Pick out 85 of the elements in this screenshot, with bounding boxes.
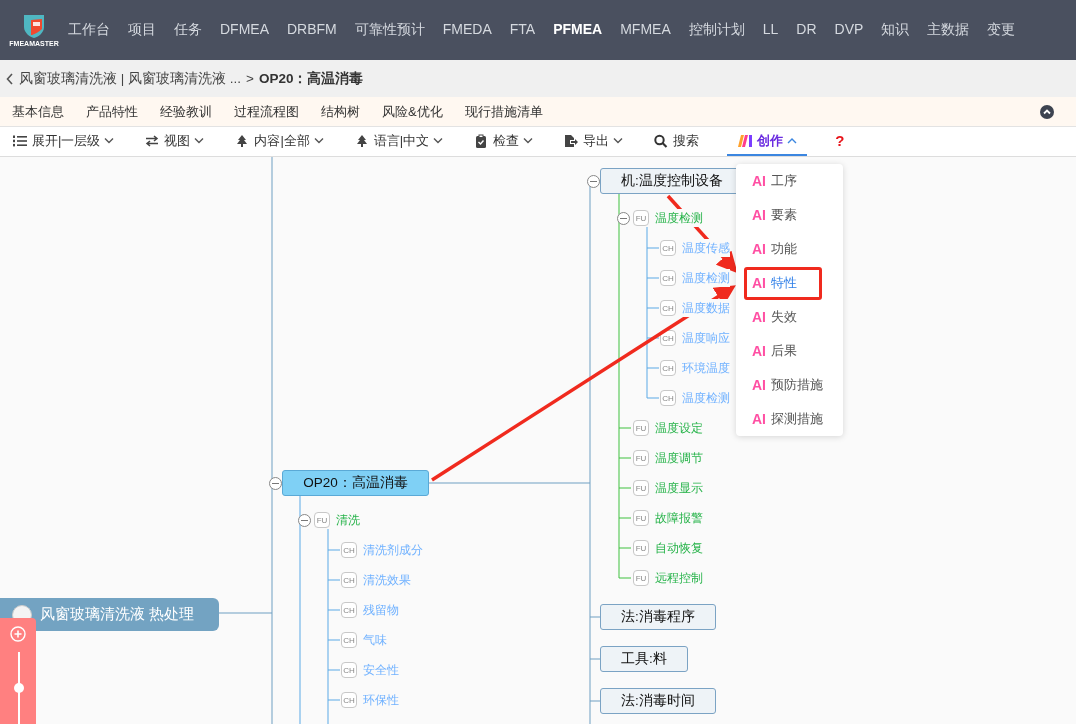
element-node[interactable]: 工具:料	[600, 646, 688, 672]
list-icon	[12, 133, 28, 148]
caret-icon	[313, 137, 324, 144]
caret-icon	[523, 137, 534, 144]
collapse-icon[interactable]	[617, 212, 630, 225]
toolbar-button[interactable]: 语言|中文	[351, 127, 446, 156]
nav-tab[interactable]: 任务	[174, 21, 202, 39]
zoom-slider[interactable]	[14, 652, 24, 724]
logo-icon	[22, 12, 46, 39]
caret-icon	[194, 137, 205, 144]
back-icon[interactable]	[6, 72, 14, 85]
toolbar-button[interactable]: 搜索	[651, 127, 702, 156]
type-tag: CH	[341, 572, 357, 588]
type-tag: FU	[633, 570, 649, 586]
page-tab[interactable]: 产品特性	[86, 102, 138, 121]
collapse-icon[interactable]	[269, 477, 282, 490]
nav-tab[interactable]: 工作台	[68, 21, 110, 39]
caret-icon	[787, 137, 798, 144]
nav-tab[interactable]: FMEDA	[442, 21, 492, 39]
collapse-icon[interactable]	[298, 514, 311, 527]
type-tag: CH	[341, 662, 357, 678]
type-tag: CH	[341, 692, 357, 708]
process-node[interactable]: OP20：高温消毒	[282, 470, 429, 496]
caret-icon	[104, 137, 115, 144]
toolbar-button[interactable]: 导出	[561, 127, 626, 156]
nav-tab[interactable]: 控制计划	[688, 21, 745, 39]
caret-icon	[613, 137, 624, 144]
type-tag: FU	[633, 540, 649, 556]
menu-item[interactable]: AI 预防措施	[736, 368, 843, 402]
nav-tab[interactable]: DFMEA	[220, 21, 269, 39]
type-tag: FU	[633, 480, 649, 496]
export-icon	[563, 133, 580, 148]
nav-tab[interactable]: MFMEA	[620, 21, 671, 39]
zoom-in-icon[interactable]	[10, 626, 26, 642]
type-tag: CH	[660, 390, 676, 406]
menu-item[interactable]: AI 后果	[736, 334, 843, 368]
nav-tab[interactable]: FTA	[509, 21, 536, 39]
element-node[interactable]: 法:消毒程序	[600, 604, 716, 630]
page-tab[interactable]: 风险&优化	[382, 102, 443, 121]
type-tag: CH	[341, 632, 357, 648]
nav-tab[interactable]: DVP	[834, 21, 864, 39]
toolbar-button[interactable]: 展开|一层级	[10, 127, 117, 156]
nav-tab[interactable]: 可靠性预计	[354, 21, 425, 39]
breadcrumb-link[interactable]: 风窗玻璃清洗液 | 风窗玻璃清洗液 ...	[19, 69, 241, 88]
type-tag: FU	[314, 512, 330, 528]
type-tag: FU	[633, 420, 649, 436]
type-tag: CH	[660, 300, 676, 316]
breadcrumb-separator: >	[246, 71, 254, 86]
collapse-icon[interactable]	[587, 175, 600, 188]
caret-icon	[433, 137, 444, 144]
nav-tab[interactable]: DR	[796, 21, 817, 39]
page-tab[interactable]: 现行措施清单	[464, 102, 543, 121]
element-node[interactable]: 法:消毒时间	[600, 688, 716, 714]
nav-tab[interactable]: PFMEA	[553, 21, 603, 39]
type-tag: CH	[660, 240, 676, 256]
page-tab[interactable]: 基本信息	[12, 102, 64, 121]
swap-icon	[144, 133, 161, 148]
menu-item[interactable]: AI 探测措施	[736, 402, 843, 436]
search-icon	[653, 133, 670, 148]
breadcrumb-current: OP20：高温消毒	[258, 69, 364, 88]
type-tag: CH	[341, 542, 357, 558]
menu-item[interactable]: AI 要素	[736, 198, 843, 232]
type-tag: CH	[660, 270, 676, 286]
type-tag: FU	[633, 510, 649, 526]
collapse-icon[interactable]	[1040, 104, 1054, 119]
type-tag: FU	[633, 210, 649, 226]
page-tab[interactable]: 经验教训	[160, 102, 212, 121]
type-tag: FU	[633, 450, 649, 466]
type-tag: CH	[341, 602, 357, 618]
nav-tab[interactable]: LL	[762, 21, 779, 39]
toolbar-button[interactable]: 检查	[471, 127, 536, 156]
nav-tab[interactable]: 项目	[128, 21, 156, 39]
type-tag: CH	[660, 360, 676, 376]
toolbar-button[interactable]: 内容|全部	[232, 127, 326, 156]
page-tab[interactable]: 结构树	[321, 102, 360, 121]
ai-logo-icon	[737, 133, 754, 148]
menu-item[interactable]: AI 失效	[736, 300, 843, 334]
toolbar-button[interactable]: 视图	[142, 127, 207, 156]
nav-tab[interactable]: 主数据	[927, 21, 970, 39]
toolbar-button[interactable]: ?	[833, 127, 847, 156]
page-tab[interactable]: 过程流程图	[234, 102, 299, 121]
nav-tab[interactable]: 变更	[987, 21, 1016, 39]
nav-tab[interactable]: DRBFM	[287, 21, 337, 39]
menu-item[interactable]: AI 功能	[736, 232, 843, 266]
nav-tab[interactable]: 知识	[881, 21, 910, 39]
